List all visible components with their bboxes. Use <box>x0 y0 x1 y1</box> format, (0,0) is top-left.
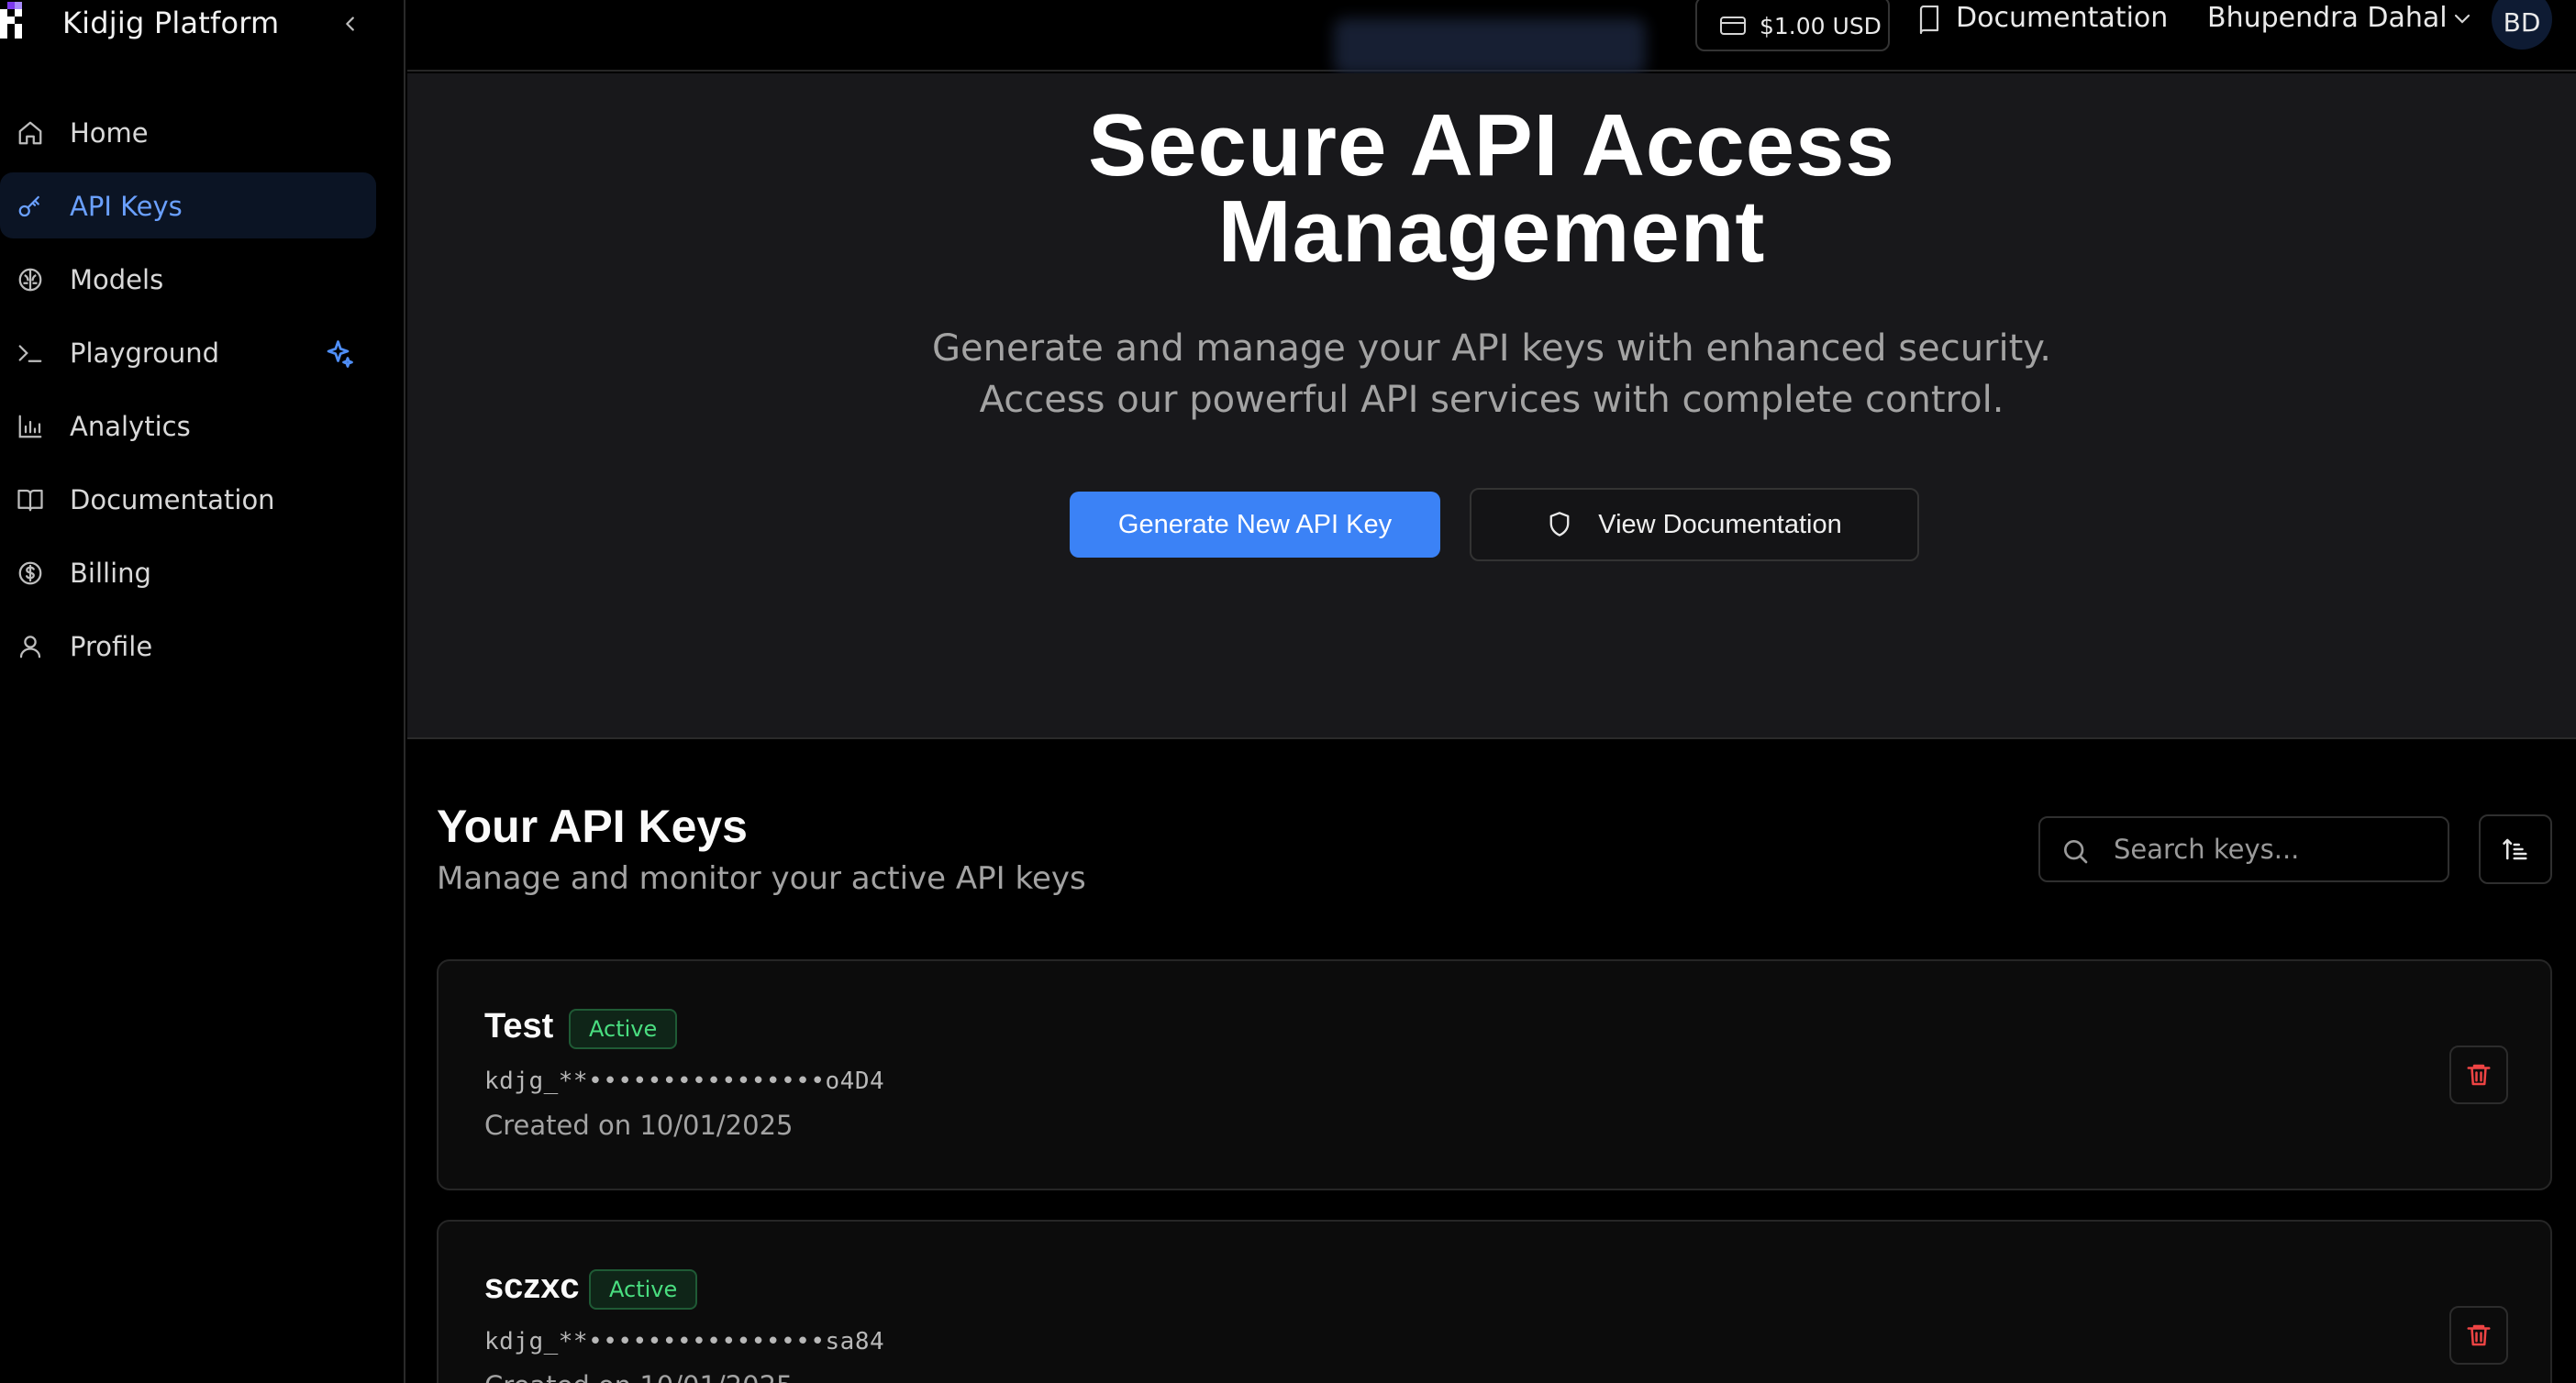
hero-subtitle-line: Access our powerful API services with co… <box>979 379 2004 421</box>
sparkles-icon <box>323 337 356 371</box>
api-key-name: sczxc <box>484 1267 580 1306</box>
key-icon <box>17 193 44 220</box>
sidebar-item-documentation[interactable]: Documentation <box>0 466 376 532</box>
delete-key-button[interactable] <box>2449 1306 2508 1365</box>
api-keys-heading: Your API Keys <box>437 801 748 852</box>
sort-button[interactable] <box>2479 814 2552 884</box>
terminal-icon <box>17 339 44 367</box>
chevron-left-icon <box>346 17 354 31</box>
credit-balance: $1.00 USD <box>1760 13 1882 39</box>
hero-title-line: Management <box>1217 183 1766 281</box>
book-open-icon <box>17 486 44 514</box>
search-input[interactable] <box>2114 829 2435 869</box>
sidebar: Kidjig Platform Home API Keys Models Pla… <box>0 0 405 1383</box>
avatar[interactable]: BD <box>2492 0 2552 50</box>
credit-balance-chip[interactable]: $1.00 USD <box>1695 0 1890 51</box>
kidjig-logo-icon <box>0 2 29 44</box>
brain-icon <box>17 266 44 293</box>
trash-icon <box>2467 1064 2491 1086</box>
sidebar-item-label: Models <box>70 264 164 295</box>
book-icon <box>1917 5 1941 39</box>
view-documentation-button[interactable]: View Documentation <box>1470 488 1919 561</box>
api-key-value: kdjg_**••••••••••••••••o4D4 <box>484 1068 885 1095</box>
search-icon <box>2060 836 2090 869</box>
hero-subtitle: Generate and manage your API keys with e… <box>407 323 2576 426</box>
app-root: Kidjig Platform Home API Keys Models Pla… <box>0 0 2576 1383</box>
hero-badge-blurred <box>1334 18 1646 75</box>
api-keys-subheading: Manage and monitor your active API keys <box>437 860 1086 897</box>
hero-subtitle-line: Generate and manage your API keys with e… <box>932 327 2051 370</box>
sort-ascending-icon <box>2503 838 2527 860</box>
home-icon <box>17 119 44 147</box>
sidebar-item-label: API Keys <box>70 191 183 222</box>
api-key-card: Test Active kdjg_**••••••••••••••••o4D4 … <box>437 959 2552 1190</box>
trash-icon <box>2467 1324 2491 1346</box>
hero-title-line: Secure API Access <box>1088 96 1895 194</box>
api-key-created-date: Created on 10/01/2025 <box>484 1110 794 1141</box>
collapse-sidebar-button[interactable] <box>336 9 365 39</box>
top-documentation-label: Documentation <box>1956 2 2169 34</box>
sidebar-item-analytics[interactable]: Analytics <box>0 393 376 459</box>
top-bar: $1.00 USD Documentation Bhupendra Dahal … <box>407 0 2576 75</box>
brand-name: Kidjig Platform <box>62 6 280 40</box>
generate-api-key-button[interactable]: Generate New API Key <box>1070 492 1440 558</box>
sidebar-item-label: Playground <box>70 337 220 369</box>
status-badge: Active <box>569 1009 678 1049</box>
sidebar-item-label: Billing <box>70 558 151 589</box>
sidebar-item-label: Analytics <box>70 411 191 442</box>
hero-title: Secure API Access Management <box>407 96 2576 281</box>
api-key-name: Test <box>484 1007 554 1046</box>
sidebar-item-label: Profile <box>70 631 153 662</box>
api-key-value: kdjg_**••••••••••••••••sa84 <box>484 1328 885 1355</box>
sidebar-item-home[interactable]: Home <box>0 99 376 165</box>
sidebar-item-label: Documentation <box>70 484 275 515</box>
shield-icon <box>1549 512 1570 537</box>
api-key-card: sczxc Active kdjg_**••••••••••••••••sa84… <box>437 1220 2552 1383</box>
sidebar-item-playground[interactable]: Playground <box>0 319 376 385</box>
credit-card-icon <box>1719 15 1747 40</box>
sidebar-item-profile[interactable]: Profile <box>0 613 376 679</box>
user-menu-name[interactable]: Bhupendra Dahal <box>2207 2 2448 34</box>
status-badge: Active <box>589 1269 698 1310</box>
api-key-created-date: Created on 10/01/2025 <box>484 1370 793 1383</box>
sidebar-item-billing[interactable]: Billing <box>0 539 376 605</box>
search-box <box>2038 816 2449 882</box>
bar-chart-icon <box>17 413 44 440</box>
sidebar-item-models[interactable]: Models <box>0 246 376 312</box>
view-documentation-label: View Documentation <box>1598 509 1842 539</box>
sidebar-item-label: Home <box>70 117 149 149</box>
hero-section: Secure API Access Management Generate an… <box>407 73 2576 739</box>
chevron-down-icon[interactable] <box>2451 7 2473 33</box>
dollar-circle-icon <box>17 559 44 587</box>
delete-key-button[interactable] <box>2449 1046 2508 1104</box>
sidebar-item-api-keys[interactable]: API Keys <box>0 172 376 238</box>
user-icon <box>17 633 44 660</box>
